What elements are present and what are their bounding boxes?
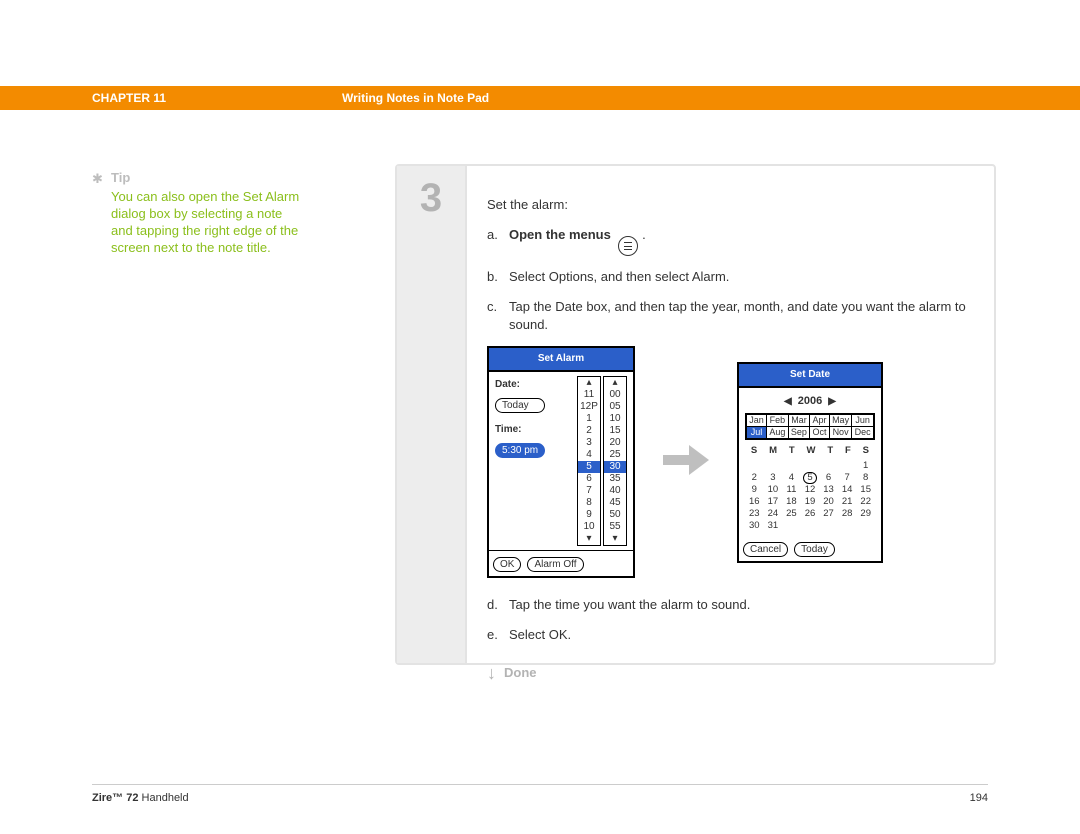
alarm-left: Date: Today Time: 5:30 pm — [495, 376, 545, 546]
time-label: Time: — [495, 421, 545, 439]
substep-c: c. Tap the Date box, and then tap the ye… — [487, 298, 974, 334]
after-a: . — [638, 227, 645, 242]
set-date-body: ◀2006▶ JanFebMarAprMayJunJulAugSepOctNov… — [739, 388, 881, 536]
ok-button[interactable]: OK — [493, 557, 521, 572]
hour-column[interactable]: ▴1112P12345678910▾ — [577, 376, 601, 546]
done-label: Done — [504, 664, 537, 682]
footer-product: Zire™ 72 Handheld — [92, 792, 189, 804]
step-number: 3 — [397, 176, 465, 221]
substep-list-2: d. Tap the time you want the alarm to so… — [487, 596, 974, 644]
set-date-dialog: Set Date ◀2006▶ JanFebMarAprMayJunJulAug… — [737, 362, 883, 563]
tip-asterisk-icon: ✱ — [92, 170, 103, 187]
text-e: Select OK. — [509, 626, 974, 644]
substep-a: a. Open the menus . — [487, 226, 974, 256]
chapter-title: Writing Notes in Note Pad — [342, 86, 489, 110]
tip-text: You can also open the Set Alarm dialog b… — [111, 188, 306, 256]
marker-e: e. — [487, 626, 509, 644]
step-body: Set the alarm: a. Open the menus . b. Se… — [487, 196, 974, 643]
set-alarm-title: Set Alarm — [489, 348, 633, 372]
substep-d: d. Tap the time you want the alarm to so… — [487, 596, 974, 614]
set-alarm-body: Date: Today Time: 5:30 pm ▴1112P12345678… — [489, 372, 633, 550]
day-of-week-header: SMTWTFS — [745, 442, 875, 460]
substep-list: a. Open the menus . b. Select Options, a… — [487, 226, 974, 334]
marker-d: d. — [487, 596, 509, 614]
time-button[interactable]: 5:30 pm — [495, 443, 545, 458]
marker-b: b. — [487, 268, 509, 286]
calendar-grid[interactable]: 1234567891011121314151617181920212223242… — [745, 460, 875, 532]
figure-row: Set Alarm Date: Today Time: 5:30 pm ▴111… — [487, 346, 974, 578]
done-row: ↓ Done — [487, 664, 974, 682]
text-c: Tap the Date box, and then tap the year,… — [509, 298, 974, 334]
marker-a: a. — [487, 226, 509, 256]
tip-label: Tip — [111, 169, 306, 186]
year-next-icon[interactable]: ▶ — [822, 393, 842, 411]
marker-c: c. — [487, 298, 509, 334]
time-picker-columns: ▴1112P12345678910▾ ▴00051015202530354045… — [577, 376, 627, 546]
alarm-off-button[interactable]: Alarm Off — [527, 557, 583, 572]
year-prev-icon[interactable]: ◀ — [778, 393, 798, 411]
tip-block: ✱ Tip You can also open the Set Alarm di… — [111, 169, 306, 256]
text-d: Tap the time you want the alarm to sound… — [509, 596, 974, 614]
today-button[interactable]: Today — [495, 398, 545, 413]
open-menus-bold: Open the menus — [509, 227, 611, 242]
set-alarm-dialog: Set Alarm Date: Today Time: 5:30 pm ▴111… — [487, 346, 635, 578]
text-b: Select Options, and then select Alarm. — [509, 268, 974, 286]
set-alarm-footer: OK Alarm Off — [489, 550, 633, 576]
footer-product-rest: Handheld — [138, 792, 188, 804]
set-date-title: Set Date — [739, 364, 881, 388]
step-card: 3 Set the alarm: a. Open the menus . b. … — [395, 164, 996, 665]
arrow-right-icon — [663, 443, 709, 482]
menu-icon — [618, 236, 638, 256]
year-picker[interactable]: ◀2006▶ — [745, 392, 875, 413]
month-grid[interactable]: JanFebMarAprMayJunJulAugSepOctNovDec — [745, 413, 875, 440]
substep-e: e. Select OK. — [487, 626, 974, 644]
set-date-footer: Cancel Today — [739, 536, 881, 561]
date-label: Date: — [495, 376, 545, 394]
step-number-band — [397, 166, 467, 663]
step-intro: Set the alarm: — [487, 196, 974, 214]
cancel-button[interactable]: Cancel — [743, 542, 788, 557]
today-button-2[interactable]: Today — [794, 542, 835, 557]
footer-product-bold: Zire™ 72 — [92, 792, 138, 804]
chapter-label: CHAPTER 11 — [92, 86, 166, 110]
footer-page-number: 194 — [970, 792, 988, 804]
done-arrow-icon: ↓ — [487, 666, 496, 680]
minute-column[interactable]: ▴000510152025303540455055▾ — [603, 376, 627, 546]
text-a: Open the menus . — [509, 226, 974, 256]
document-page: CHAPTER 11 Writing Notes in Note Pad ✱ T… — [0, 0, 1080, 834]
chapter-header-bar: CHAPTER 11 Writing Notes in Note Pad — [0, 86, 1080, 110]
substep-b: b. Select Options, and then select Alarm… — [487, 268, 974, 286]
footer-rule — [92, 784, 988, 785]
year-value: 2006 — [798, 395, 822, 407]
